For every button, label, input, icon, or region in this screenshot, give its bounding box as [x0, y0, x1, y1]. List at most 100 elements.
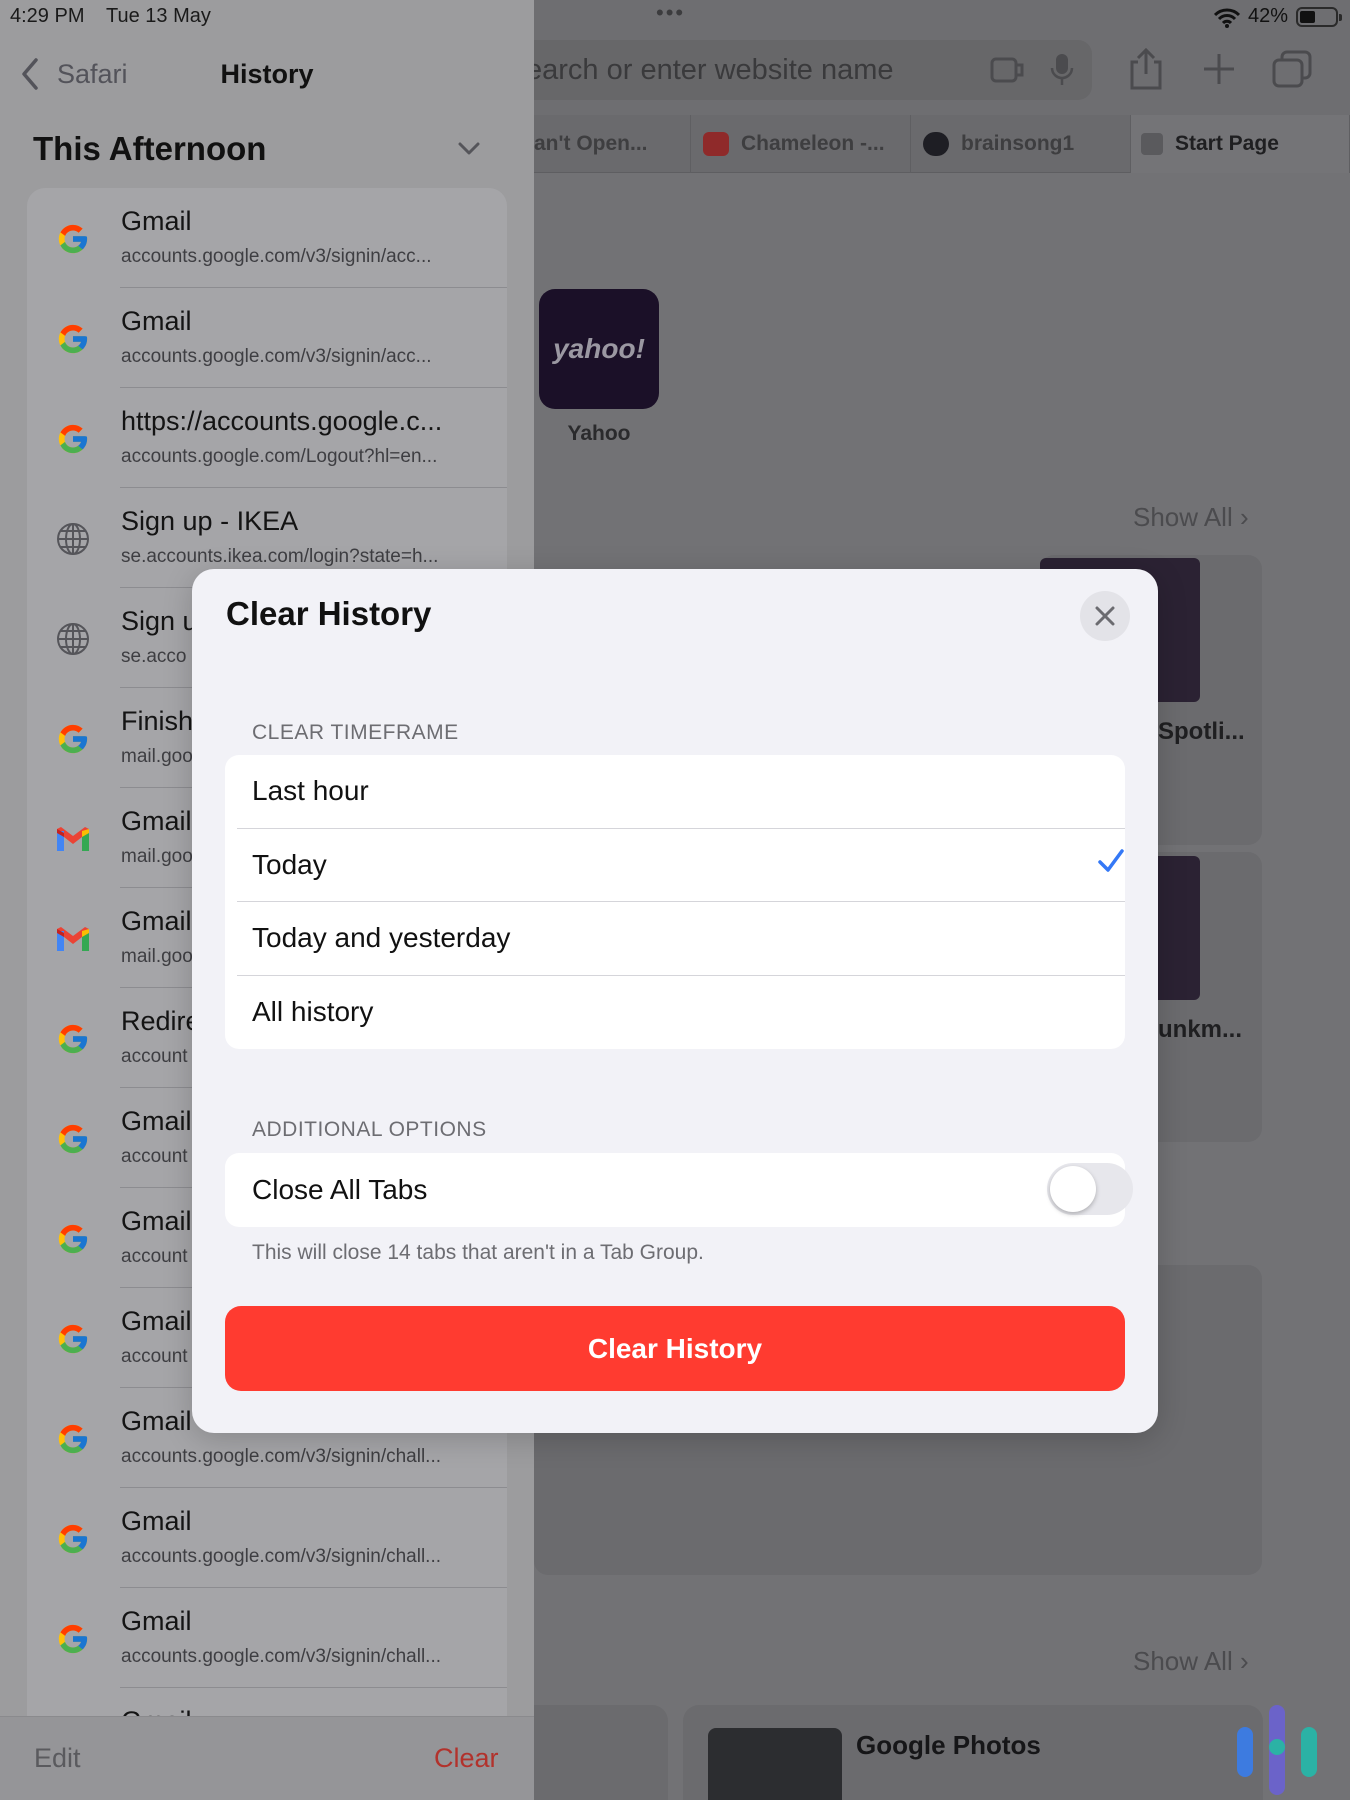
- history-item-title: Sign u: [121, 606, 198, 636]
- multitasking-dots-icon[interactable]: •••: [656, 0, 685, 26]
- history-item-title: Gmail: [121, 1306, 192, 1336]
- history-item-url: mail.goo: [121, 746, 193, 767]
- gmail-m-icon: [53, 819, 93, 859]
- history-item-title: Gmail: [121, 1506, 192, 1536]
- reader-icon[interactable]: [990, 55, 1026, 85]
- close-tab-icon[interactable]: [1141, 133, 1163, 155]
- clear-button[interactable]: Clear: [434, 1743, 499, 1774]
- show-all-link-bottom[interactable]: Show All ›: [1133, 1646, 1249, 1677]
- timeframe-option-last-hour[interactable]: Last hour: [225, 755, 1125, 829]
- history-item-title: Gmail: [121, 1206, 192, 1236]
- bottom-card-left[interactable]: [534, 1705, 668, 1800]
- history-item-url: accounts.google.com/v3/signin/chall...: [121, 1546, 442, 1567]
- additional-options: Close All Tabs: [225, 1153, 1133, 1227]
- gmail-m-icon: [53, 919, 93, 959]
- google-g-icon: [53, 1219, 93, 1259]
- brand-logo-icon: [1237, 1705, 1317, 1795]
- timeframe-header: CLEAR TIMEFRAME: [252, 721, 459, 744]
- history-item-url: accounts.google.com/v3/signin/chall...: [121, 1446, 442, 1467]
- tab-cant-open[interactable]: an't Open...: [534, 115, 691, 173]
- toggle-knob: [1050, 1166, 1096, 1212]
- yahoo-favorite-label: Yahoo: [567, 422, 631, 445]
- google-photos-label: Google Photos: [856, 1730, 1041, 1760]
- clear-history-button[interactable]: Clear History: [225, 1306, 1125, 1391]
- google-g-icon: [53, 719, 93, 759]
- close-icon: [1095, 606, 1115, 626]
- close-tabs-note: This will close 14 tabs that aren't in a…: [252, 1241, 704, 1264]
- wifi-icon: [1214, 8, 1240, 28]
- timeframe-options: Last hour Today Today and yesterday All …: [225, 755, 1125, 1049]
- new-tab-icon[interactable]: [1202, 52, 1236, 86]
- history-item[interactable]: Gmail accounts.google.com/v3/signin/acc..…: [27, 188, 507, 288]
- yahoo-favorite-tile[interactable]: yahoo!: [539, 289, 659, 409]
- tab-chameleon[interactable]: Chameleon -...: [691, 115, 911, 173]
- history-item-title: Gmail: [121, 306, 192, 336]
- tab-brainsong[interactable]: brainsong1: [911, 115, 1131, 173]
- history-item-url: account: [121, 1046, 188, 1067]
- tab-start-page[interactable]: Start Page: [1131, 115, 1350, 173]
- history-item-title: Gmail: [121, 1606, 192, 1636]
- battery-percentage: 42%: [1248, 5, 1289, 27]
- history-item-url: se.accounts.ikea.com/login?state=h...: [121, 546, 439, 567]
- history-item-url: accounts.google.com/v3/signin/acc...: [121, 346, 432, 367]
- history-item-url: account: [121, 1246, 188, 1267]
- suggestion-title-2: unkm...: [1158, 1016, 1243, 1043]
- history-item-title: Gmail: [121, 206, 192, 236]
- google-g-icon: [53, 1319, 93, 1359]
- history-item-url: mail.goo: [121, 846, 193, 867]
- dialog-title: Clear History: [226, 595, 432, 632]
- timeframe-option-today-and-yesterday[interactable]: Today and yesterday: [225, 902, 1125, 976]
- youtube-icon: [703, 132, 729, 156]
- clear-history-dialog: Clear History CLEAR TIMEFRAME Last hour …: [192, 569, 1158, 1433]
- google-g-icon: [53, 319, 93, 359]
- google-g-icon: [53, 1419, 93, 1459]
- history-item[interactable]: Gmail accounts.google.com/v3/signin/chall…: [27, 1488, 507, 1588]
- google-g-icon: [53, 219, 93, 259]
- history-item-title: https://accounts.google.c...: [121, 406, 443, 436]
- history-item-title: Finish: [121, 706, 194, 736]
- timeframe-option-all-history[interactable]: All history: [225, 976, 1125, 1050]
- close-all-tabs-label: Close All Tabs: [252, 1174, 428, 1205]
- edit-button[interactable]: Edit: [34, 1743, 81, 1774]
- address-bar[interactable]: earch or enter website name: [520, 40, 1092, 100]
- tab-overview-icon[interactable]: [1272, 50, 1312, 88]
- history-item-title: Gmail: [121, 906, 192, 936]
- history-item-url: account: [121, 1346, 188, 1367]
- history-item-url: accounts.google.com/v3/signin/chall...: [121, 1646, 442, 1667]
- sidebar-title: History: [220, 59, 314, 89]
- history-item-url: se.acco: [121, 646, 187, 667]
- chevron-down-icon[interactable]: [458, 142, 480, 156]
- close-button[interactable]: [1080, 591, 1130, 641]
- history-item[interactable]: Gmail accounts.google.com/v3/signin/acc..…: [27, 288, 507, 388]
- close-all-tabs-toggle[interactable]: [1047, 1163, 1133, 1215]
- google-photos-thumbnail: [708, 1728, 842, 1800]
- tab-bar: an't Open... Chameleon -... brainsong1 S…: [534, 115, 1350, 173]
- status-time: 4:29 PM: [10, 5, 85, 27]
- history-item-url: accounts.google.com/Logout?hl=en...: [121, 446, 438, 467]
- brainsong-icon: [923, 132, 949, 156]
- status-bar: 4:29 PM Tue 13 May ••• 42%: [0, 0, 1350, 34]
- history-item[interactable]: https://accounts.google.c... accounts.goo…: [27, 388, 507, 488]
- status-date: Tue 13 May: [106, 5, 211, 27]
- suggestion-title-1: Spotli...: [1158, 718, 1245, 745]
- sidebar-footer: Edit Clear: [0, 1716, 534, 1800]
- history-item-url: account: [121, 1146, 188, 1167]
- battery-icon: [1296, 7, 1342, 27]
- history-item-title: Redire: [121, 1006, 201, 1036]
- address-placeholder: earch or enter website name: [526, 54, 894, 86]
- history-item-title: Gmail: [121, 806, 192, 836]
- additional-options-header: ADDITIONAL OPTIONS: [252, 1118, 487, 1141]
- google-g-icon: [53, 1619, 93, 1659]
- sidebar-nav-bar: Safari History: [0, 44, 534, 108]
- history-item[interactable]: Gmail accounts.google.com/v3/signin/chall…: [27, 1588, 507, 1688]
- show-all-link-top[interactable]: Show All ›: [1133, 502, 1249, 533]
- microphone-icon[interactable]: [1050, 52, 1074, 88]
- timeframe-option-today[interactable]: Today: [225, 829, 1125, 902]
- google-g-icon: [53, 419, 93, 459]
- share-icon[interactable]: [1128, 48, 1164, 90]
- globe-icon: [53, 619, 93, 659]
- globe-icon: [53, 519, 93, 559]
- checkmark-icon: [1098, 848, 1124, 872]
- google-g-icon: [53, 1119, 93, 1159]
- history-item-url: accounts.google.com/v3/signin/acc...: [121, 246, 432, 267]
